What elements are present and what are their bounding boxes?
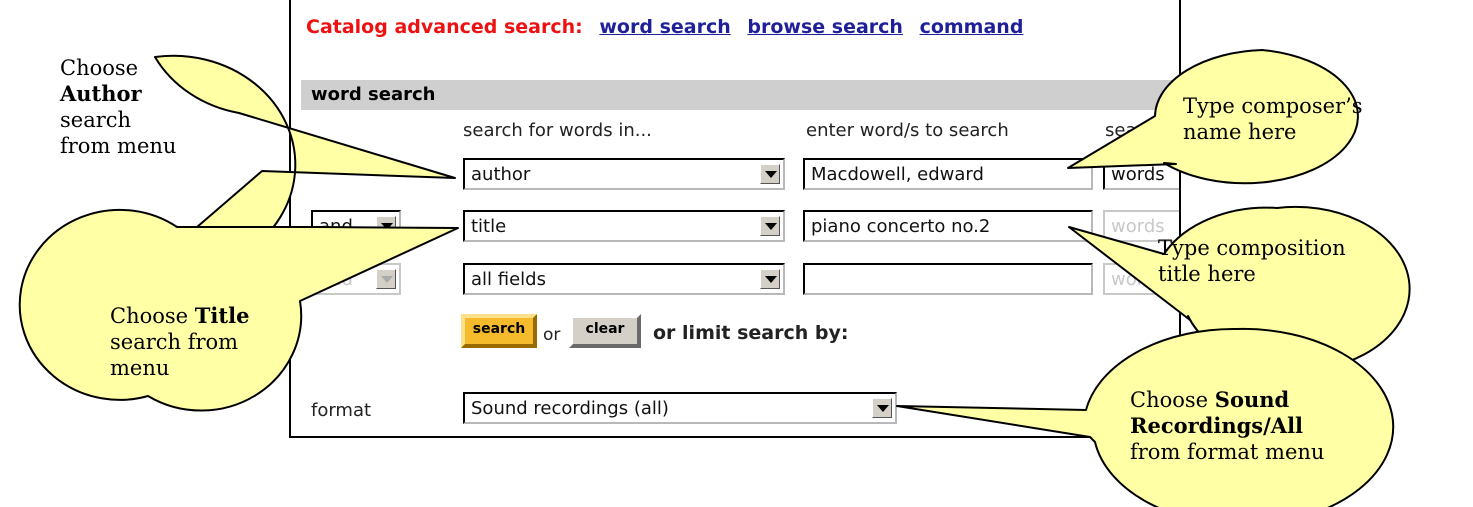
author-callout-text: Choose Author search from menu	[60, 56, 177, 158]
composition-callout-text: Type composition title here	[1158, 236, 1346, 286]
title-callout-text: Choose Title search from menu	[110, 303, 250, 380]
composer-callout-text: Type composer’s name here	[1183, 94, 1363, 144]
format-callout-text: Choose Sound Recordings/All from format …	[1130, 387, 1325, 464]
